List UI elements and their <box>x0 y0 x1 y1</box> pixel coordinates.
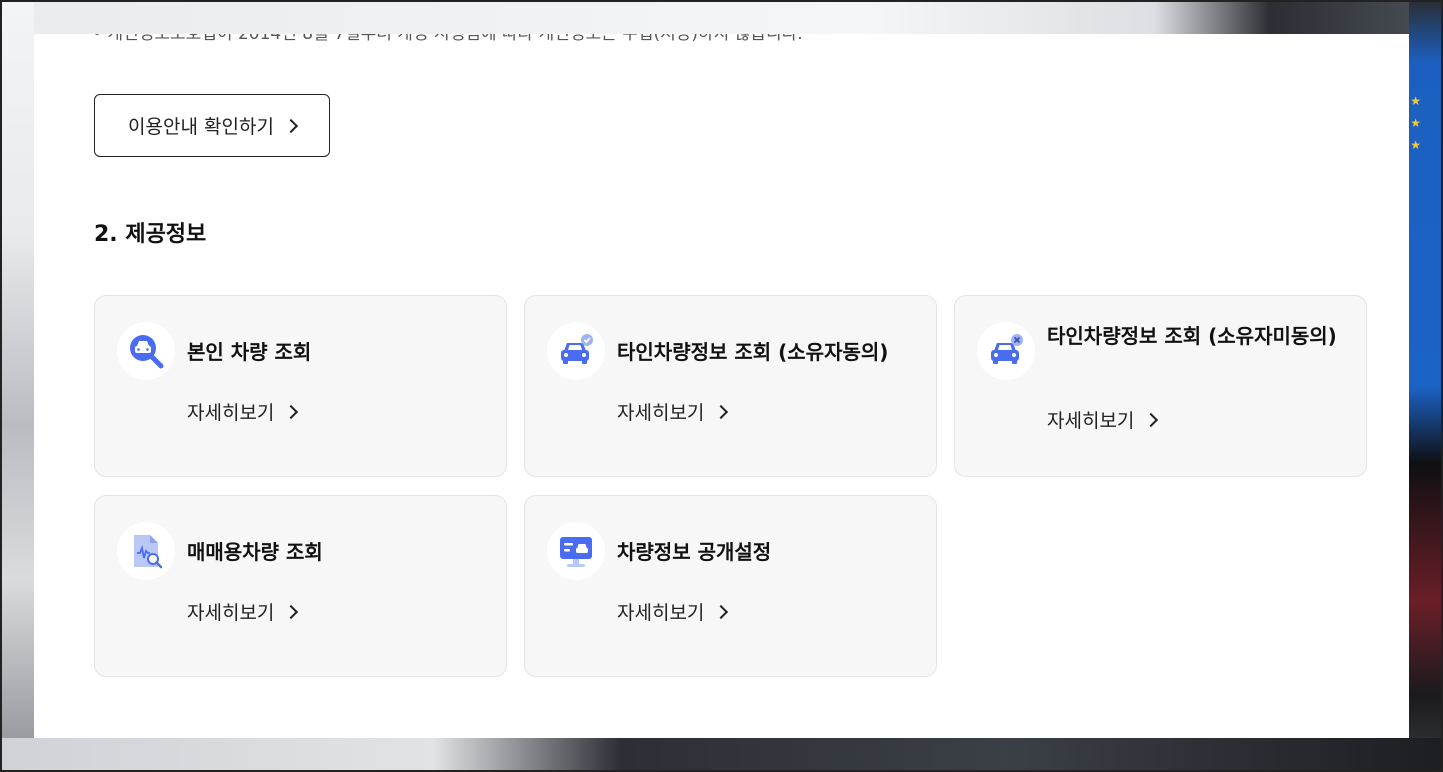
chevron-right-icon <box>1144 412 1159 427</box>
card-own-vehicle-inquiry[interactable]: 본인 차량 조회 자세히보기 <box>94 295 507 477</box>
card-vehicle-info-disclosure-settings[interactable]: 차량정보 공개설정 자세히보기 <box>524 495 937 677</box>
car-x-icon <box>977 322 1035 380</box>
view-details-link[interactable]: 자세히보기 <box>1047 406 1159 433</box>
view-details-label: 자세히보기 <box>187 602 275 624</box>
content-panel: • 개인정보보호법이 2014년 8월 7일부터 개정 시행됨에 따라 개인정보… <box>34 34 1409 738</box>
privacy-notice: • 개인정보보호법이 2014년 8월 7일부터 개정 시행됨에 따라 개인정보… <box>92 34 803 46</box>
card-title: 타인차량정보 조회 (소유자동의) <box>617 340 889 364</box>
card-title: 차량정보 공개설정 <box>617 540 772 564</box>
document-search-icon <box>117 522 175 580</box>
card-title: 매매용차량 조회 <box>187 540 323 564</box>
usage-guide-button-label: 이용안내 확인하기 <box>128 116 274 138</box>
view-details-link[interactable]: 자세히보기 <box>617 598 729 625</box>
chevron-right-icon <box>284 404 299 419</box>
car-check-icon <box>547 322 605 380</box>
license-plate-stars: ★ ★ ★ <box>1410 94 1421 152</box>
card-title: 타인차량정보 조회 (소유자미동의) <box>1047 324 1337 348</box>
card-vehicle-for-sale-inquiry[interactable]: 매매용차량 조회 자세히보기 <box>94 495 507 677</box>
view-details-label: 자세히보기 <box>617 402 705 424</box>
card-title: 본인 차량 조회 <box>187 340 312 364</box>
chevron-right-icon <box>283 118 299 133</box>
chevron-right-icon <box>714 604 729 619</box>
view-details-label: 자세히보기 <box>187 402 275 424</box>
view-details-link[interactable]: 자세히보기 <box>617 398 729 425</box>
chevron-right-icon <box>284 604 299 619</box>
view-details-link[interactable]: 자세히보기 <box>187 398 299 425</box>
card-other-vehicle-no-consent[interactable]: 타인차량정보 조회 (소유자미동의) 자세히보기 <box>954 295 1367 477</box>
chevron-right-icon <box>714 404 729 419</box>
view-details-link[interactable]: 자세히보기 <box>187 598 299 625</box>
view-details-label: 자세히보기 <box>617 602 705 624</box>
usage-guide-button[interactable]: 이용안내 확인하기 <box>94 94 330 157</box>
car-search-icon <box>117 322 175 380</box>
monitor-car-icon <box>547 522 605 580</box>
section-title: 2. 제공정보 <box>94 222 207 247</box>
view-details-label: 자세히보기 <box>1047 410 1135 432</box>
privacy-notice-text: 개인정보보호법이 2014년 8월 7일부터 개정 시행됨에 따라 개인정보는 … <box>107 34 803 44</box>
card-other-vehicle-consent[interactable]: 타인차량정보 조회 (소유자동의) 자세히보기 <box>524 295 937 477</box>
